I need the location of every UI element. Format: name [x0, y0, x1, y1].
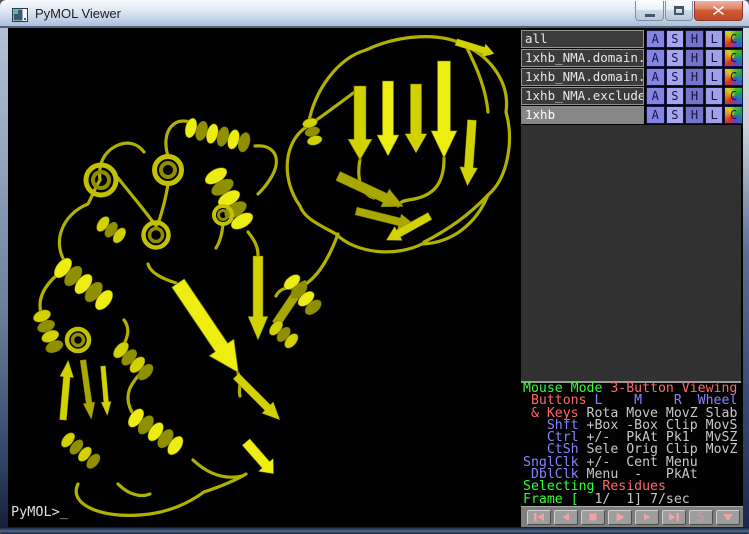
action-button-A[interactable]: A — [646, 87, 665, 105]
label-button-L[interactable]: L — [705, 30, 724, 48]
frame-info-line: Frame [ 1/ 1] 7/sec — [523, 494, 743, 506]
color-button-C[interactable]: C — [724, 30, 743, 48]
object-list: all A S H L C 1xhb_NMA.domain. A S H L C… — [521, 30, 743, 124]
caption-buttons — [635, 1, 743, 22]
show-button-S[interactable]: S — [666, 30, 685, 48]
skip-end-icon — [666, 511, 682, 523]
hide-button-H[interactable]: H — [685, 106, 704, 124]
label-button-L[interactable]: L — [705, 106, 724, 124]
s-button-label: S — [697, 512, 704, 523]
object-name[interactable]: 1xhb_NMA.domain. — [521, 49, 644, 67]
command-prompt[interactable]: PyMOL>_ — [11, 504, 68, 520]
step-back-icon — [558, 511, 574, 523]
frame-counter: 1/ 1] 7/sec — [579, 492, 690, 507]
maximize-button[interactable] — [665, 1, 693, 21]
play-button[interactable] — [608, 510, 632, 525]
object-name[interactable]: 1xhb_NMA.domain. — [521, 68, 644, 86]
action-button-A[interactable]: A — [646, 68, 665, 86]
show-button-S[interactable]: S — [666, 106, 685, 124]
object-row: all A S H L C — [521, 30, 743, 48]
label-button-L[interactable]: L — [705, 68, 724, 86]
show-button-S[interactable]: S — [666, 49, 685, 67]
object-row: 1xhb_NMA.domain. A S H L C — [521, 49, 743, 67]
window-border-right[interactable] — [743, 28, 749, 527]
step-forward-button[interactable] — [635, 510, 659, 525]
stop-icon — [585, 511, 601, 523]
hide-button-H[interactable]: H — [685, 87, 704, 105]
show-button-S[interactable]: S — [666, 87, 685, 105]
window-border-left[interactable] — [0, 28, 8, 527]
minimize-button[interactable] — [635, 1, 664, 21]
close-button[interactable] — [694, 1, 743, 21]
object-row: 1xhb A S H L C — [521, 106, 743, 124]
hide-button-H[interactable]: H — [685, 49, 704, 67]
show-button-S[interactable]: S — [666, 68, 685, 86]
chevron-down-icon — [720, 511, 736, 523]
skip-start-icon — [531, 511, 547, 523]
movie-control-bar: S — [521, 506, 743, 527]
window-border-bottom[interactable] — [0, 527, 749, 534]
action-button-A[interactable]: A — [646, 49, 665, 67]
maximize-icon — [674, 6, 684, 15]
internal-gui-panel: all A S H L C 1xhb_NMA.domain. A S H L C… — [519, 28, 743, 527]
play-icon — [612, 511, 628, 523]
pymol-viewer-window: PyMOL Viewer — [0, 0, 749, 534]
window-title: PyMOL Viewer — [35, 6, 121, 21]
object-row: 1xhb_NMA.exclude A S H L C — [521, 87, 743, 105]
minimize-icon — [645, 14, 655, 17]
step-back-button[interactable] — [554, 510, 578, 525]
color-button-C[interactable]: C — [724, 106, 743, 124]
frame-label: Frame [ — [523, 492, 579, 507]
color-button-C[interactable]: C — [724, 87, 743, 105]
object-name[interactable]: 1xhb — [521, 106, 644, 124]
protein-structure — [8, 28, 519, 527]
close-icon — [713, 6, 724, 15]
mouse-mode-panel: Mouse Mode 3-Button Viewing Buttons L M … — [521, 383, 743, 506]
step-forward-icon — [639, 511, 655, 523]
color-button-C[interactable]: C — [724, 49, 743, 67]
label-button-L[interactable]: L — [705, 87, 724, 105]
object-name[interactable]: 1xhb_NMA.exclude — [521, 87, 644, 105]
hide-button-H[interactable]: H — [685, 30, 704, 48]
fast-forward-button[interactable] — [662, 510, 686, 525]
stop-button[interactable] — [581, 510, 605, 525]
action-button-A[interactable]: A — [646, 106, 665, 124]
action-button-A[interactable]: A — [646, 30, 665, 48]
object-row: 1xhb_NMA.domain. A S H L C — [521, 68, 743, 86]
hide-button-H[interactable]: H — [685, 68, 704, 86]
3d-viewport[interactable]: PyMOL>_ — [8, 28, 519, 527]
rewind-button[interactable] — [527, 510, 551, 525]
panel-background — [521, 125, 741, 381]
color-button-C[interactable]: C — [724, 68, 743, 86]
label-button-L[interactable]: L — [705, 49, 724, 67]
app-icon — [12, 7, 28, 23]
title-bar[interactable]: PyMOL Viewer — [0, 0, 749, 28]
scene-s-button[interactable]: S — [689, 510, 713, 525]
movie-menu-button[interactable] — [716, 510, 740, 525]
object-name[interactable]: all — [521, 30, 644, 48]
